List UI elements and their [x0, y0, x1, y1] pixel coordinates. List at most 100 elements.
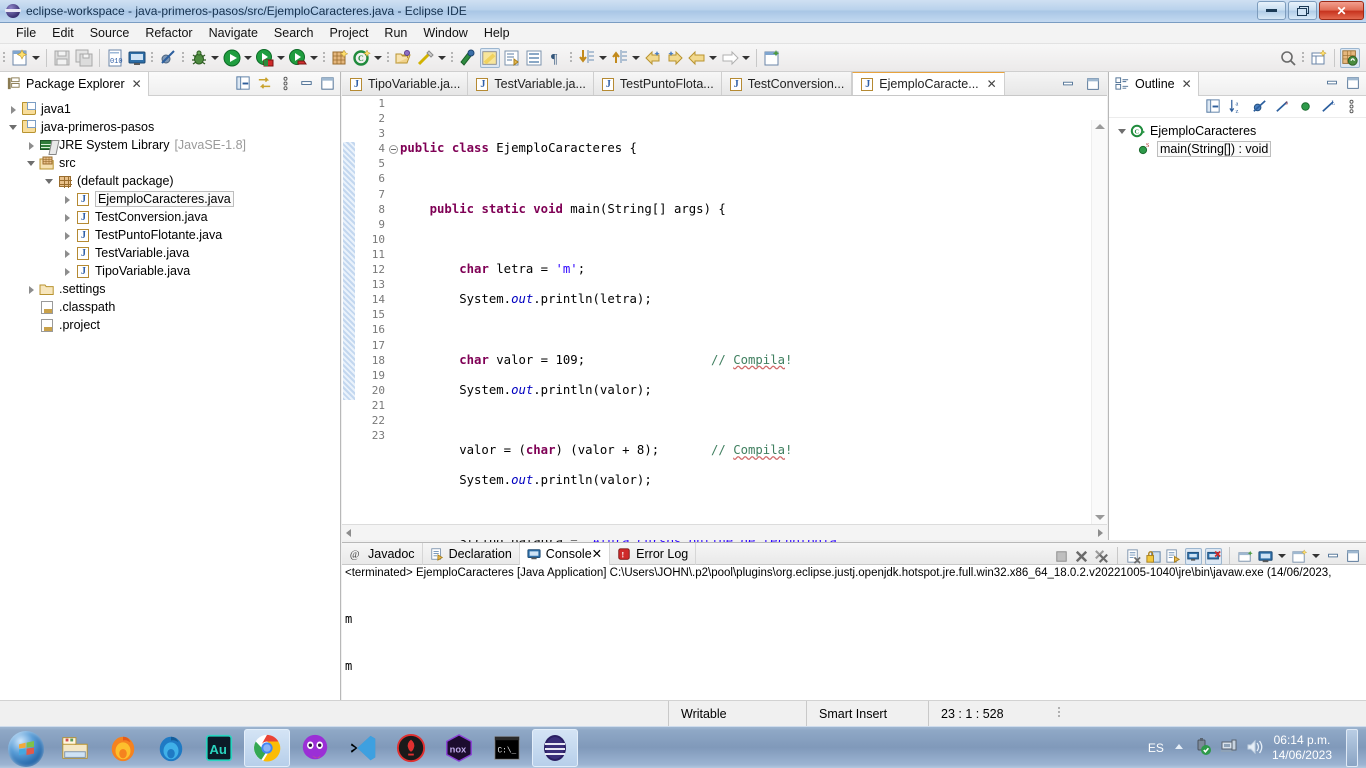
- editor-body[interactable]: 1 2 3 4 5 6 7 8 9 10 11 12 13 14 15 16 1: [342, 96, 1107, 759]
- menu-window[interactable]: Window: [415, 24, 475, 42]
- editor-horizontal-scrollbar[interactable]: [342, 524, 1107, 540]
- close-icon[interactable]: ✕: [987, 77, 997, 91]
- close-icon[interactable]: ✕: [1182, 77, 1192, 91]
- collapse-all-icon[interactable]: [235, 75, 252, 92]
- new-java-source-icon[interactable]: 010: [105, 48, 125, 68]
- close-icon[interactable]: ✕: [132, 77, 142, 91]
- chevron-right-icon[interactable]: [62, 266, 73, 277]
- toolbar-drag-handle[interactable]: [387, 50, 390, 66]
- tree-row-ejemplocaracteres[interactable]: EjemploCaracteres.java: [0, 190, 340, 208]
- save-icon[interactable]: [52, 48, 72, 68]
- outline-row-main-method[interactable]: S main(String[]) : void: [1109, 140, 1366, 158]
- debug-dropdown-arrow[interactable]: [210, 48, 219, 68]
- menu-navigate[interactable]: Navigate: [201, 24, 266, 42]
- minimize-icon[interactable]: [1060, 76, 1077, 93]
- new-wizard-dropdown-arrow[interactable]: [31, 48, 40, 68]
- pin-console-icon[interactable]: [1185, 547, 1202, 565]
- back-icon[interactable]: [643, 48, 663, 68]
- display-selected-console-icon[interactable]: [1205, 547, 1222, 565]
- new-class-dropdown-arrow[interactable]: [373, 48, 382, 68]
- hide-static-icon[interactable]: s: [1274, 98, 1291, 115]
- taskbar-item-eclipse[interactable]: [532, 728, 578, 767]
- start-button[interactable]: [2, 729, 50, 767]
- minimize-icon[interactable]: [298, 75, 315, 92]
- chevron-right-icon[interactable]: [62, 230, 73, 241]
- new-editor-icon[interactable]: [762, 48, 782, 68]
- tree-row-src[interactable]: src: [0, 154, 340, 172]
- tree-row-classpath[interactable]: .classpath: [0, 298, 340, 316]
- editor-vertical-scrollbar[interactable]: [1091, 120, 1107, 540]
- status-drag-handle[interactable]: [1058, 706, 1062, 721]
- tree-row-testvariable[interactable]: TestVariable.java: [0, 244, 340, 262]
- search-icon[interactable]: [1278, 48, 1298, 68]
- view-menu-dropdown-arrow[interactable]: [1311, 546, 1320, 566]
- close-button[interactable]: ✕: [1319, 1, 1364, 20]
- maximize-icon[interactable]: [1345, 75, 1362, 92]
- menu-refactor[interactable]: Refactor: [137, 24, 200, 42]
- chevron-right-icon[interactable]: [62, 194, 73, 205]
- hide-fields-icon[interactable]: [1251, 98, 1268, 115]
- toolbar-drag-handle[interactable]: [323, 50, 326, 66]
- toolbar-drag-handle[interactable]: [1302, 50, 1305, 66]
- open-console-icon[interactable]: [127, 48, 147, 68]
- tree-row-default-package[interactable]: (default package): [0, 172, 340, 190]
- outline-row-class[interactable]: C EjemploCaracteres: [1109, 122, 1366, 140]
- taskbar-item-vscode[interactable]: [340, 729, 386, 767]
- run-coverage-icon[interactable]: [255, 48, 275, 68]
- view-menu-icon[interactable]: [1291, 548, 1308, 565]
- show-whitespace-icon[interactable]: [502, 48, 522, 68]
- taskbar-item-chrome[interactable]: [244, 728, 290, 767]
- taskbar-item-file-explorer[interactable]: [52, 729, 98, 767]
- taskbar-clock[interactable]: 06:14 p.m. 14/06/2023: [1272, 733, 1332, 763]
- previous-annotation-icon[interactable]: [458, 48, 478, 68]
- tree-row-java1[interactable]: java1: [0, 100, 340, 118]
- code-text[interactable]: public class EjemploCaracteres { public …: [400, 96, 1107, 759]
- external-tools-dropdown-arrow[interactable]: [309, 48, 318, 68]
- prev-annotation-dropdown-arrow[interactable]: [631, 48, 640, 68]
- debug-icon[interactable]: [189, 48, 209, 68]
- pilcrow-icon[interactable]: ¶: [546, 48, 566, 68]
- menu-run[interactable]: Run: [376, 24, 415, 42]
- new-wizard-icon[interactable]: [10, 48, 30, 68]
- tree-row-settings[interactable]: .settings: [0, 280, 340, 298]
- chevron-down-icon[interactable]: [26, 158, 37, 169]
- editor-tab-testvariable[interactable]: TestVariable.ja...: [468, 72, 594, 95]
- editor-tab-testconversion[interactable]: TestConversion...: [721, 72, 853, 95]
- scroll-left-arrow-icon[interactable]: [346, 529, 351, 537]
- remove-launch-icon[interactable]: [1073, 548, 1090, 565]
- forward-icon[interactable]: [665, 48, 685, 68]
- previous-edit-dropdown-arrow[interactable]: [708, 48, 717, 68]
- tab-package-explorer[interactable]: Package Explorer ✕: [0, 71, 149, 96]
- prev-annotation-icon[interactable]: [610, 48, 630, 68]
- outline-tree[interactable]: C EjemploCaracteres S main(String[]) : v…: [1109, 118, 1366, 158]
- minimize-button[interactable]: [1257, 1, 1286, 20]
- annotation-ruler[interactable]: [342, 96, 356, 516]
- hide-nonpublic-icon[interactable]: [1297, 98, 1314, 115]
- search-dropdown-arrow[interactable]: [437, 48, 446, 68]
- run-coverage-dropdown-arrow[interactable]: [276, 48, 285, 68]
- chevron-right-icon[interactable]: [62, 212, 73, 223]
- chevron-down-icon[interactable]: [1117, 126, 1128, 137]
- run-dropdown-arrow[interactable]: [243, 48, 252, 68]
- scroll-down-arrow-icon[interactable]: [1095, 515, 1105, 520]
- tree-row-java-primeros-pasos[interactable]: java-primeros-pasos: [0, 118, 340, 136]
- package-explorer-tree[interactable]: java1 java-primeros-pasos JRE System Lib…: [0, 96, 340, 334]
- tree-row-testconversion[interactable]: TestConversion.java: [0, 208, 340, 226]
- chevron-right-icon[interactable]: [26, 284, 37, 295]
- taskbar-item-firefox[interactable]: [100, 729, 146, 767]
- hide-local-icon[interactable]: L: [1320, 98, 1337, 115]
- chevron-right-icon[interactable]: [62, 248, 73, 259]
- volume-icon[interactable]: [1246, 738, 1264, 759]
- tab-outline[interactable]: Outline ✕: [1109, 71, 1199, 96]
- next-edit-icon[interactable]: [720, 48, 740, 68]
- editor-tab-ejemplocaracteres[interactable]: EjemploCaracte... ✕: [852, 72, 1005, 95]
- restore-button[interactable]: [1288, 1, 1317, 20]
- previous-edit-icon[interactable]: [687, 48, 707, 68]
- tab-console[interactable]: Console ✕: [519, 542, 611, 565]
- tree-row-testpuntoflotante[interactable]: TestPuntoFlotante.java: [0, 226, 340, 244]
- external-tools-icon[interactable]: [288, 48, 308, 68]
- show-hidden-icons-arrow[interactable]: [1172, 740, 1186, 757]
- language-indicator[interactable]: ES: [1148, 741, 1164, 755]
- open-type-icon[interactable]: [394, 48, 414, 68]
- menu-edit[interactable]: Edit: [44, 24, 82, 42]
